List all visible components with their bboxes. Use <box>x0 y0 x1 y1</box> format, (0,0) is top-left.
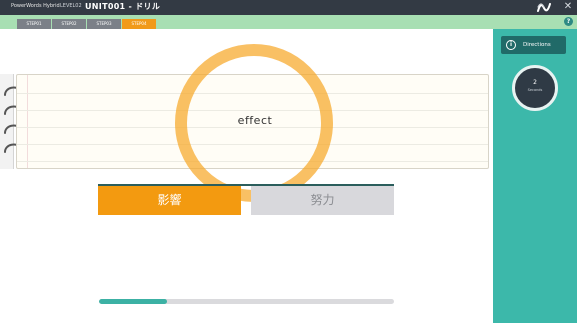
directions-label: Directions <box>523 42 551 48</box>
level-label: LEVEL02 <box>60 3 82 9</box>
close-icon[interactable]: ✕ <box>562 1 574 13</box>
timer-unit: Seconds <box>527 88 543 92</box>
progress-fill <box>99 299 167 304</box>
notebook-spine <box>0 74 22 169</box>
tab-step03[interactable]: STEP03 <box>87 19 121 29</box>
timer-value: 2 <box>533 79 537 86</box>
tab-step04[interactable]: STEP04 <box>122 19 156 29</box>
answer-option-2[interactable]: 努力 <box>251 186 394 215</box>
info-icon: i <box>506 40 516 50</box>
progress-bar <box>99 299 394 304</box>
tab-step02[interactable]: STEP02 <box>52 19 86 29</box>
main-panel: effect 影響 努力 <box>0 29 493 323</box>
right-sidebar: i Directions 2 Seconds <box>493 29 577 323</box>
help-icon[interactable]: ? <box>564 17 573 26</box>
directions-button[interactable]: i Directions <box>501 36 566 54</box>
tab-step01[interactable]: STEP01 <box>17 19 51 29</box>
app-name: PowerWords Hybrid <box>11 3 60 9</box>
unit-title: UNIT001 - ドリル <box>85 2 161 11</box>
highlight-ring <box>175 44 333 202</box>
step-tab-bar: STEP01 STEP02 STEP03 STEP04 <box>0 15 577 29</box>
title-bar: PowerWords Hybrid LEVEL02 UNIT001 - ドリル … <box>0 0 577 15</box>
app-logo-icon <box>537 3 551 12</box>
answer-option-1[interactable]: 影響 <box>98 186 241 215</box>
notebook-margin-line <box>27 75 28 168</box>
countdown-timer: 2 Seconds <box>512 65 558 111</box>
